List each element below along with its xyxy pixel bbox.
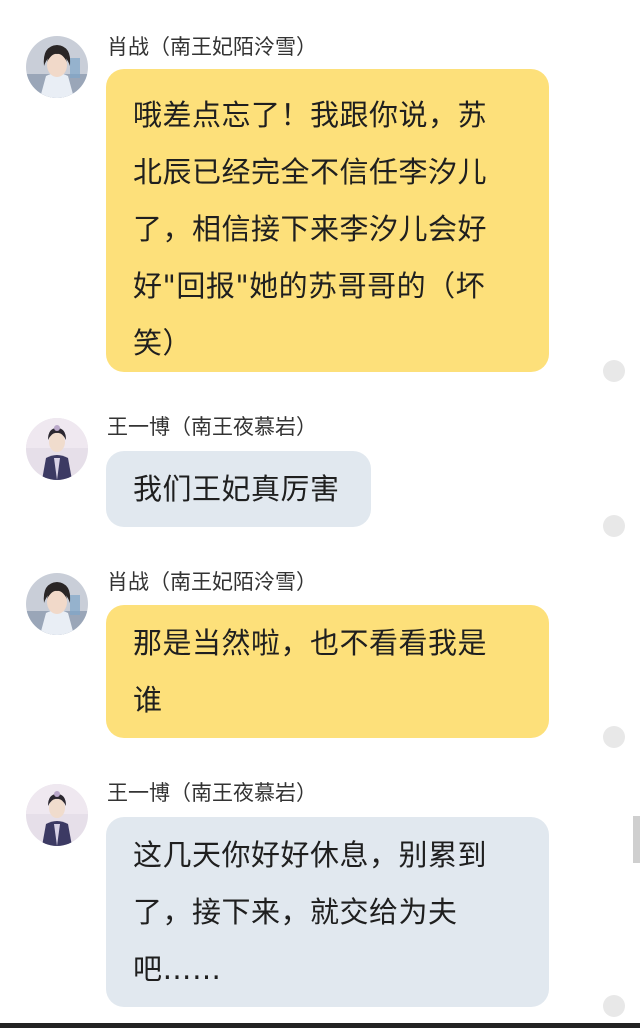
scrollbar-thumb[interactable] <box>633 816 640 863</box>
message-status-dot[interactable] <box>603 360 625 382</box>
sender-name: 肖战（南王妃陌泠雪） <box>107 570 317 594</box>
xiaozhan-avatar-icon[interactable] <box>26 36 88 98</box>
message-text-line: 谁 <box>133 683 163 717</box>
wangyibo-avatar-icon[interactable] <box>26 784 88 846</box>
message-text-line: 北辰已经完全不信任李汐儿 <box>133 155 488 189</box>
message-text-line: 笑） <box>133 326 193 360</box>
message-text-line: 哦差点忘了！我跟你说，苏 <box>133 98 488 132</box>
message-bubble[interactable]: 这几天你好好休息，别累到 了，接下来，就交给为夫 吧…… <box>106 817 549 1007</box>
message-text-line: 这几天你好好休息，别累到 <box>133 838 488 872</box>
sender-name: 王一博（南王夜慕岩） <box>107 781 317 805</box>
message-bubble[interactable]: 那是当然啦，也不看看我是 谁 <box>106 605 549 738</box>
message-text-line: 好"回报"她的苏哥哥的（坏 <box>133 269 486 303</box>
sender-name: 肖战（南王妃陌泠雪） <box>107 35 317 59</box>
message-text-line: 吧…… <box>133 952 222 986</box>
message-bubble[interactable]: 我们王妃真厉害 <box>106 451 371 527</box>
wangyibo-avatar-icon[interactable] <box>26 418 88 480</box>
xiaozhan-avatar-icon[interactable] <box>26 573 88 635</box>
message-text-line: 那是当然啦，也不看看我是 <box>133 626 488 660</box>
message-bubble[interactable]: 哦差点忘了！我跟你说，苏 北辰已经完全不信任李汐儿 了，相信接下来李汐儿会好 好… <box>106 69 549 372</box>
message-status-dot[interactable] <box>603 515 625 537</box>
bottom-divider <box>0 1023 640 1028</box>
sender-name: 王一博（南王夜慕岩） <box>107 415 317 439</box>
chat-log: 肖战（南王妃陌泠雪） 哦差点忘了！我跟你说，苏 北辰已经完全不信任李汐儿 了，相… <box>0 0 640 1028</box>
message-text-line: 我们王妃真厉害 <box>133 472 340 506</box>
message-text-line: 了，相信接下来李汐儿会好 <box>133 212 488 246</box>
message-text-line: 了，接下来，就交给为夫 <box>133 895 458 929</box>
message-status-dot[interactable] <box>603 995 625 1017</box>
message-status-dot[interactable] <box>603 726 625 748</box>
